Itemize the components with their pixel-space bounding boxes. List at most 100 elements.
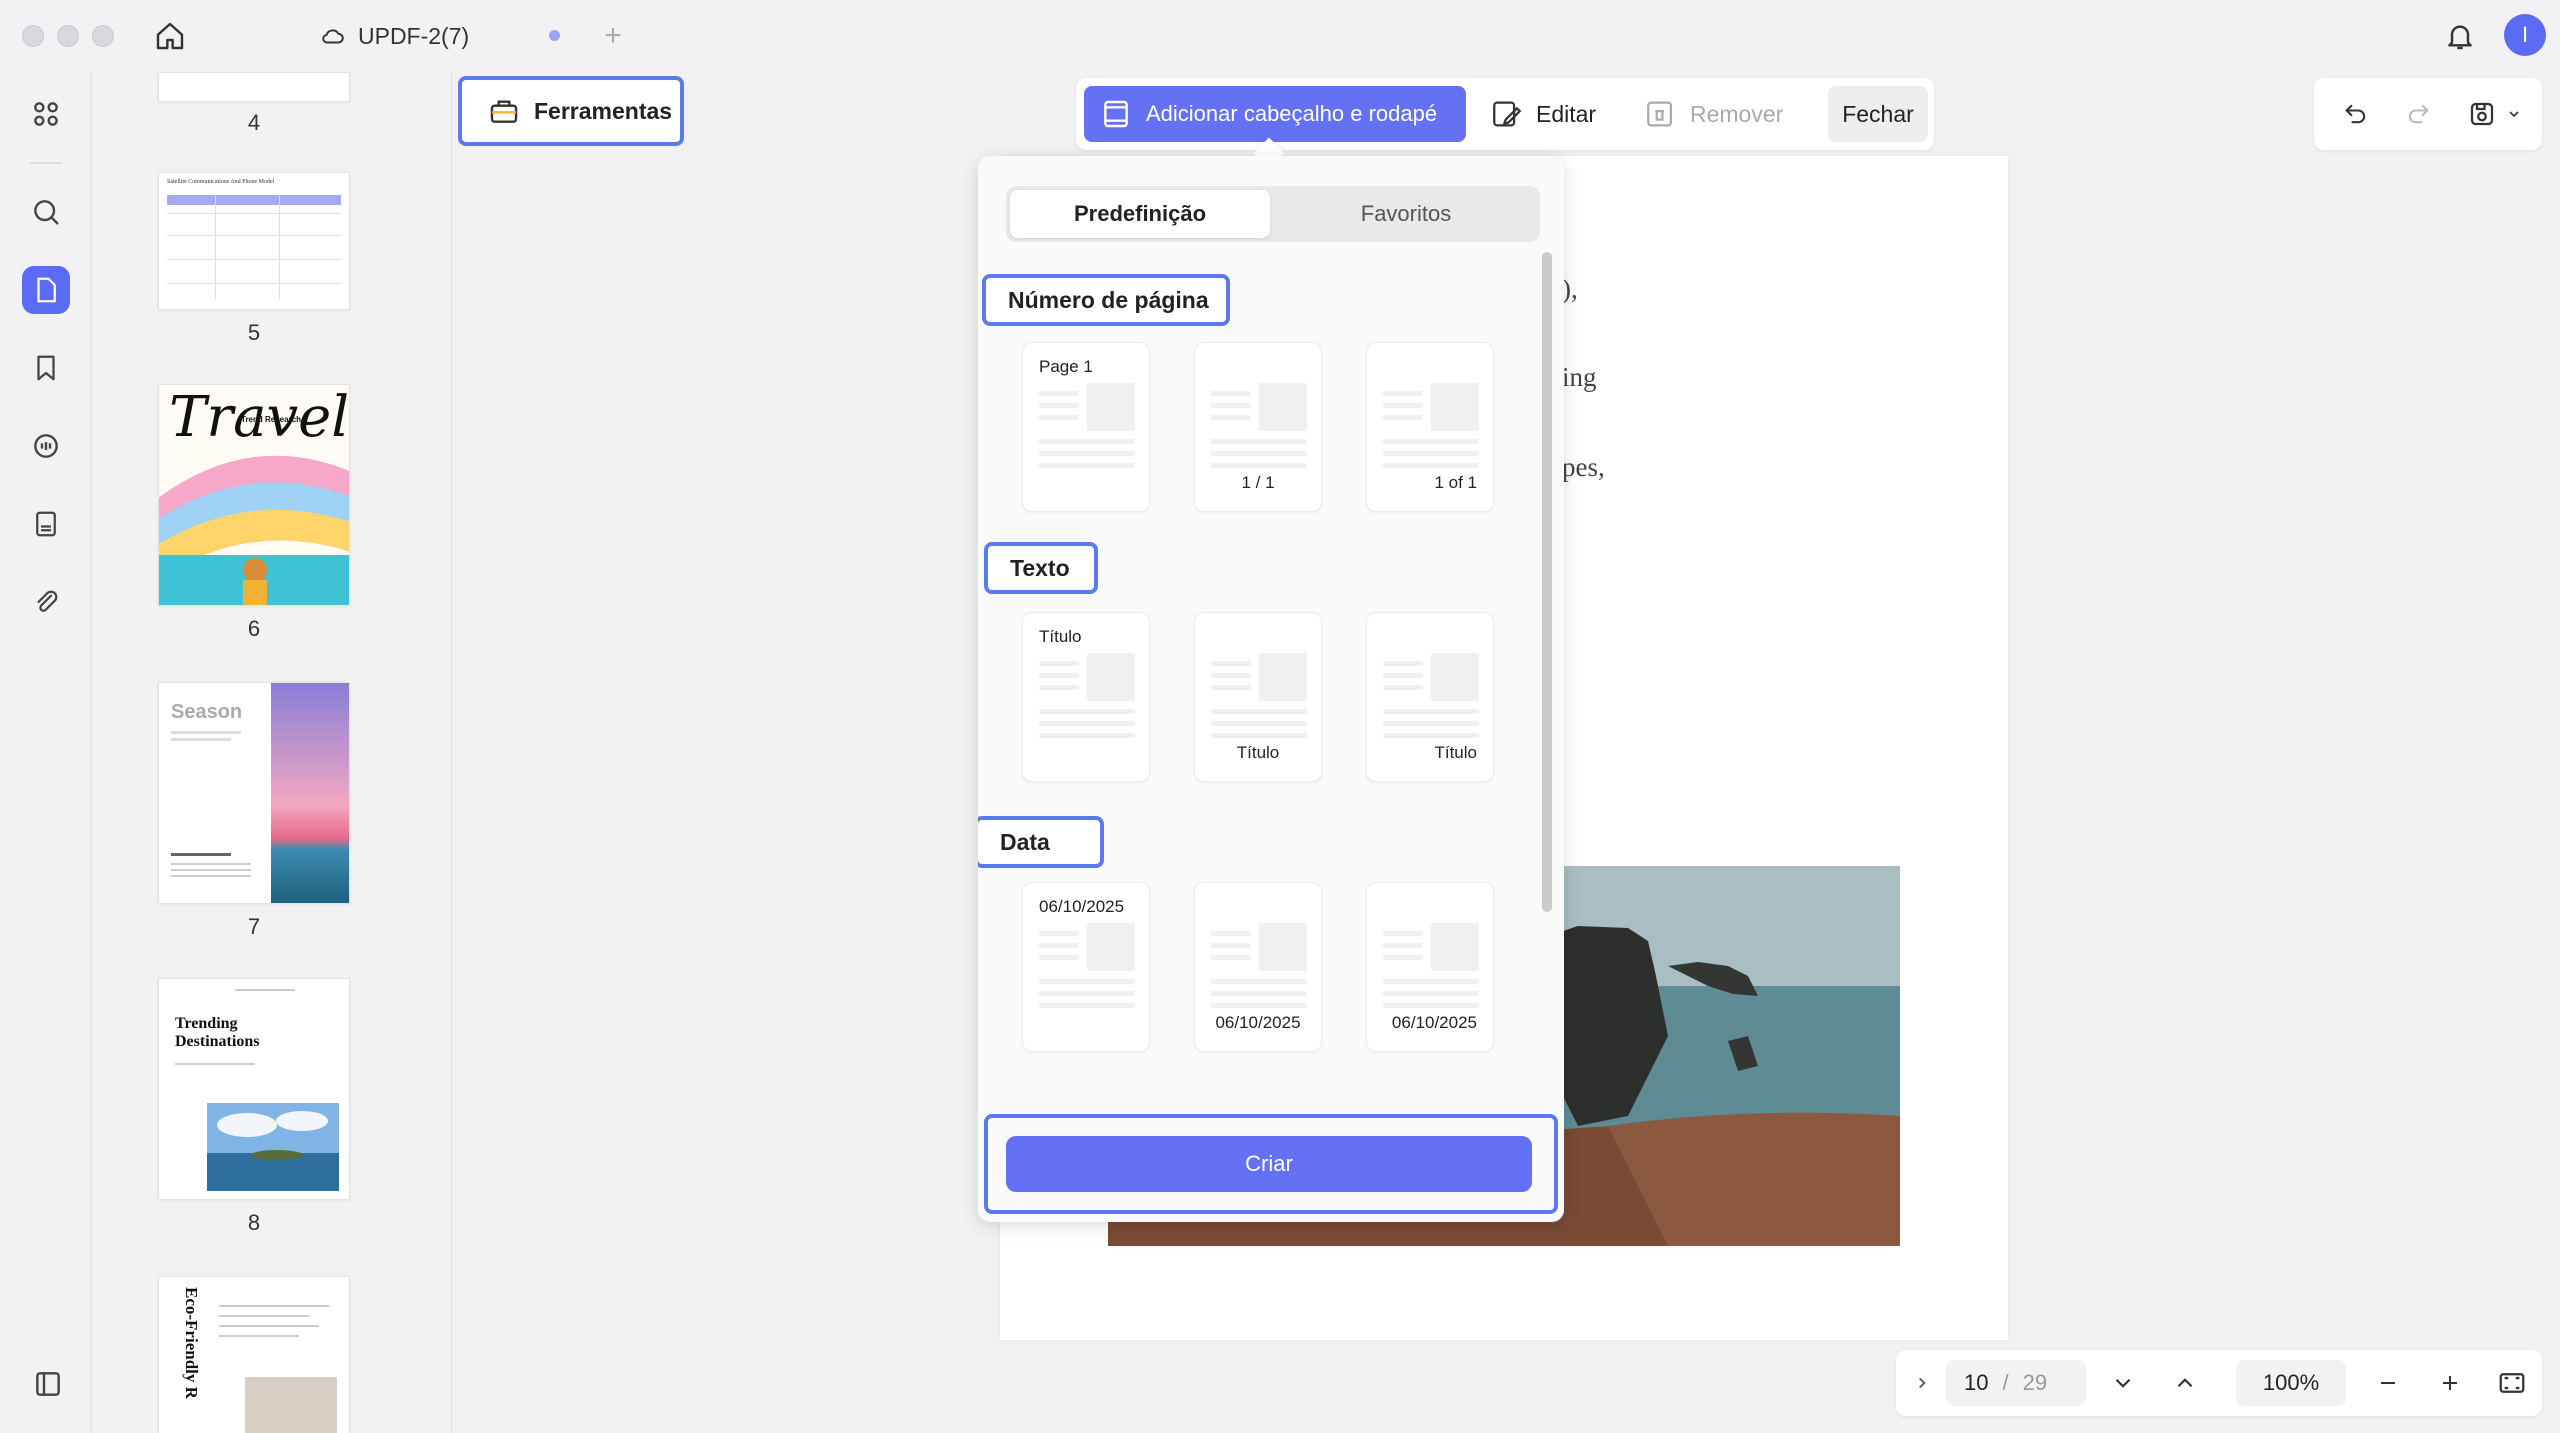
- close-button[interactable]: Fechar: [1828, 86, 1928, 142]
- zoom-out-button[interactable]: [2366, 1350, 2410, 1416]
- add-header-footer-label: Adicionar cabeçalho e rodapé: [1146, 101, 1438, 126]
- window-zoom-button[interactable]: [92, 25, 114, 47]
- notifications-button[interactable]: [2440, 16, 2480, 56]
- panel-scrollbar[interactable]: [1542, 252, 1552, 912]
- template-date-top[interactable]: 06/10/2025: [1022, 882, 1150, 1052]
- page-number-label: 5: [247, 320, 261, 345]
- history-toolbar: [2314, 78, 2542, 150]
- template-label: Page 1: [1039, 357, 1093, 376]
- toolbox-icon: [490, 100, 518, 123]
- sidebar-icon: [36, 1372, 60, 1396]
- page-number-label: 4: [247, 110, 261, 135]
- template-page-number-center[interactable]: 1 / 1: [1194, 342, 1322, 512]
- plus-icon: [2443, 1376, 2457, 1390]
- window-minimize-button[interactable]: [57, 25, 79, 47]
- template-date-right[interactable]: 06/10/2025: [1366, 882, 1494, 1052]
- panel-tabs: Predefinição Favoritos: [1006, 186, 1540, 242]
- bookmarks-button[interactable]: [22, 344, 70, 392]
- template-label: 1 of 1: [1434, 473, 1477, 492]
- document-title: UPDF-2(7): [358, 22, 470, 49]
- save-button[interactable]: [2462, 94, 2502, 134]
- home-button[interactable]: [150, 16, 190, 56]
- zoom-in-button[interactable]: [2428, 1350, 2472, 1416]
- template-text-top[interactable]: Título: [1022, 612, 1150, 782]
- attachments-button[interactable]: [22, 578, 70, 626]
- page-number-input[interactable]: 10 / 29: [1946, 1360, 2086, 1406]
- remove-label: Remover: [1690, 100, 1784, 127]
- page-navigation-bar: 10 / 29 100%: [1896, 1350, 2542, 1416]
- undo-button[interactable]: [2336, 94, 2376, 134]
- save-options-button[interactable]: [2502, 94, 2526, 134]
- search-button[interactable]: [22, 188, 70, 236]
- section-date: Data: [978, 816, 1104, 868]
- page-thumbnail-4[interactable]: [158, 72, 350, 102]
- template-label: 06/10/2025: [1391, 1013, 1477, 1032]
- page-number-label: 6: [247, 616, 261, 641]
- page-thumbnail-7[interactable]: Season: [158, 682, 350, 904]
- thumbnail-title: Trending Destinations: [175, 1015, 260, 1050]
- redo-button[interactable]: [2398, 94, 2438, 134]
- page-thumbnail-8[interactable]: Trending Destinations: [158, 978, 350, 1200]
- page-separator: /: [2002, 1370, 2009, 1395]
- pages-button[interactable]: [22, 266, 70, 314]
- template-label: 06/10/2025: [1039, 897, 1125, 916]
- expand-nav-button[interactable]: [1904, 1350, 1940, 1416]
- fit-page-button[interactable]: [2490, 1350, 2534, 1416]
- next-page-button[interactable]: [2098, 1350, 2148, 1416]
- sidebar-toggle-button[interactable]: [28, 1364, 68, 1404]
- template-text-center[interactable]: Título: [1194, 612, 1322, 782]
- forms-button[interactable]: [22, 500, 70, 548]
- thumbnail-title: Season: [171, 701, 243, 723]
- thumbnail-subtitle: Trend Research: [241, 415, 302, 424]
- window-close-button[interactable]: [22, 25, 44, 47]
- cloud-icon: [322, 29, 344, 44]
- redo-icon: [2408, 104, 2429, 124]
- header-footer-icon: [1104, 100, 1128, 128]
- template-label: 06/10/2025: [1215, 1013, 1301, 1032]
- tab-preset[interactable]: Predefinição: [1010, 190, 1270, 238]
- paperclip-icon: [37, 590, 58, 612]
- form-icon: [36, 511, 56, 537]
- thumbnail-panel: 4 Satellite Communications And Phone Mod…: [92, 72, 452, 1433]
- thumbnail-heading: Satellite Communications And Phone Model: [167, 179, 275, 185]
- template-page-number-right[interactable]: 1 of 1: [1366, 342, 1494, 512]
- total-pages: 29: [2022, 1370, 2048, 1395]
- tab-favorites[interactable]: Favoritos: [1276, 190, 1536, 238]
- left-rail: [0, 72, 92, 1433]
- page-thumbnail-5[interactable]: Satellite Communications And Phone Model: [158, 172, 350, 310]
- remove-button[interactable]: Remover: [1644, 86, 1783, 142]
- comment-icon: [34, 434, 58, 458]
- edit-label: Editar: [1536, 100, 1597, 127]
- template-text-right[interactable]: Título: [1366, 612, 1494, 782]
- tools-label: Ferramentas: [534, 97, 673, 124]
- create-area: Criar: [984, 1114, 1558, 1214]
- current-page: 10: [1964, 1370, 1989, 1395]
- template-label: Título: [1039, 627, 1082, 646]
- bookmark-icon: [37, 355, 55, 381]
- template-label: Título: [1434, 743, 1477, 762]
- undo-icon: [2345, 104, 2366, 124]
- page-thumbnail-6[interactable]: Travel Trend Research: [158, 384, 350, 606]
- thumbnail-title: Eco-Friendly R: [182, 1287, 201, 1399]
- tools-grid-button[interactable]: [22, 90, 70, 138]
- chevron-up-icon: [2177, 1378, 2193, 1388]
- edit-button[interactable]: Editar: [1490, 86, 1596, 142]
- edit-icon: [1493, 101, 1522, 127]
- minus-icon: [2381, 1382, 2395, 1384]
- template-label: 1 / 1: [1241, 473, 1275, 492]
- zoom-level[interactable]: 100%: [2236, 1360, 2346, 1406]
- comments-button[interactable]: [22, 422, 70, 470]
- template-page-number-top[interactable]: Page 1: [1022, 342, 1150, 512]
- create-button[interactable]: Criar: [1006, 1136, 1532, 1192]
- unsaved-dot: [549, 30, 560, 41]
- previous-page-button[interactable]: [2160, 1350, 2210, 1416]
- chevron-down-icon: [2115, 1378, 2131, 1388]
- document-tab[interactable]: UPDF-2(7): [320, 16, 469, 56]
- avatar[interactable]: I: [2504, 14, 2546, 56]
- page-thumbnail-9[interactable]: Eco-Friendly R: [158, 1276, 350, 1433]
- add-header-footer-button[interactable]: Adicionar cabeçalho e rodapé: [1084, 86, 1466, 142]
- tools-button[interactable]: Ferramentas: [458, 76, 684, 146]
- template-date-center[interactable]: 06/10/2025: [1194, 882, 1322, 1052]
- new-tab-button[interactable]: +: [598, 16, 628, 56]
- page-number-label: 7: [247, 914, 261, 939]
